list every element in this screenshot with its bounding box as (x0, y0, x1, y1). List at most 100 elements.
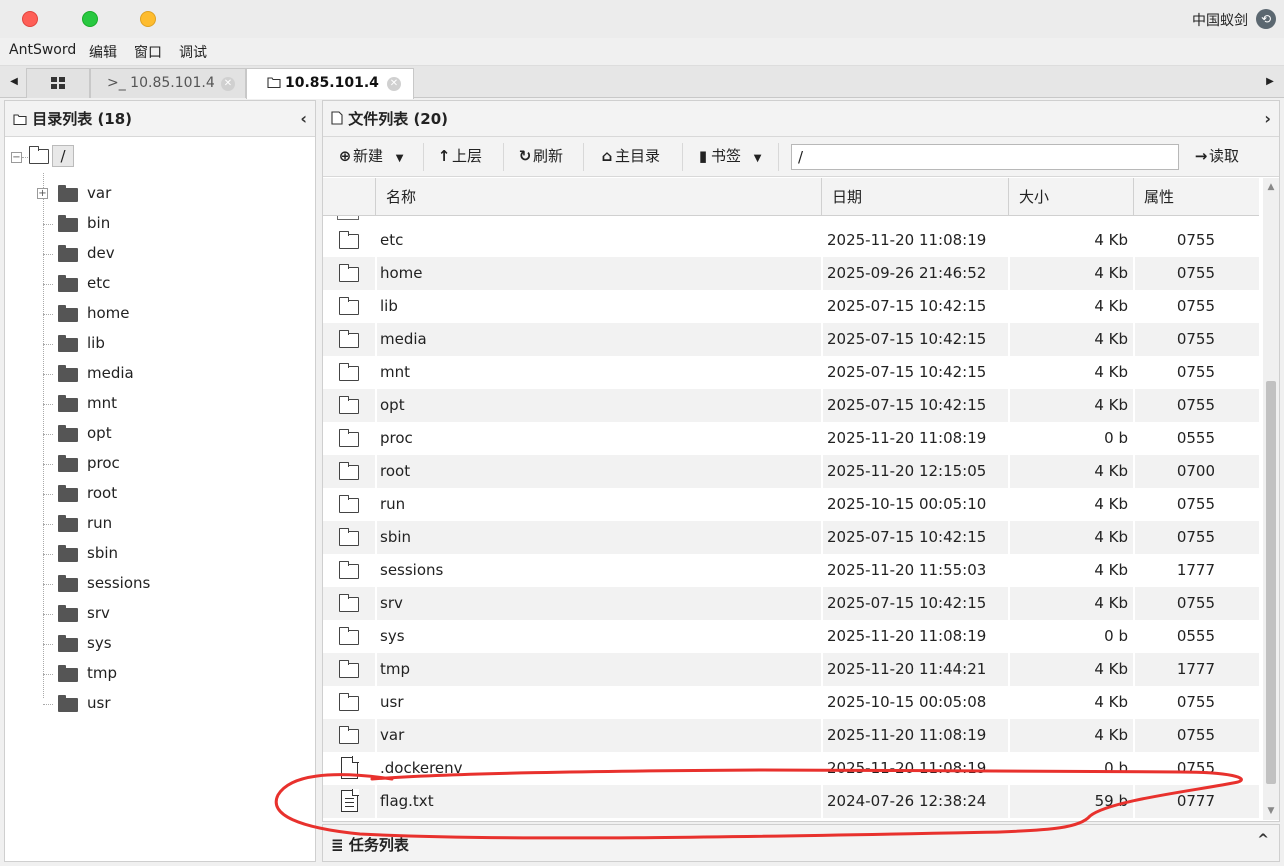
tree-item-var[interactable]: + var (37, 179, 303, 209)
tree-item-sys[interactable]: sys (43, 629, 303, 659)
table-row[interactable]: var 2025-11-20 11:08:19 4 Kb 0755 (323, 719, 1259, 752)
tree-item-label: media (87, 364, 134, 382)
table-row[interactable]: srv 2025-07-15 10:42:15 4 Kb 0755 (323, 587, 1259, 620)
tree-item-etc[interactable]: etc (43, 269, 303, 299)
folder-icon (339, 627, 359, 645)
plus-circle-icon: ⊕ (338, 147, 352, 165)
scroll-down-arrow[interactable]: ▼ (1263, 802, 1279, 820)
folder-icon (339, 429, 359, 447)
cell-name: media (380, 330, 427, 348)
collapse-panel-button[interactable]: › (1264, 101, 1271, 137)
cell-name: sbin (380, 528, 412, 546)
table-row[interactable]: media 2025-07-15 10:42:15 4 Kb 0755 (323, 323, 1259, 356)
table-row[interactable]: usr 2025-10-15 00:05:08 4 Kb 0755 (323, 686, 1259, 719)
table-row[interactable]: sys 2025-11-20 11:08:19 0 b 0555 (323, 620, 1259, 653)
tree-root[interactable]: / (52, 145, 74, 167)
folder-icon (267, 77, 281, 89)
bookmarks-button[interactable]: ▮ 书签 ▼ (695, 145, 762, 167)
up-button[interactable]: ↑ 上层 (436, 145, 482, 167)
table-row[interactable]: root 2025-11-20 12:15:05 4 Kb 0700 (323, 455, 1259, 488)
tree-item-label: var (87, 184, 112, 202)
menu-window[interactable]: 窗口 (134, 42, 162, 62)
path-input[interactable] (791, 144, 1179, 170)
table-row[interactable]: sessions 2025-11-20 11:55:03 4 Kb 1777 (323, 554, 1259, 587)
table-row[interactable]: .dockerenv 2025-11-20 11:08:19 0 b 0755 (323, 752, 1259, 785)
cell-size: 4 Kb (1094, 330, 1128, 348)
scrollbar-thumb[interactable] (1266, 381, 1276, 784)
tree-item-proc[interactable]: proc (43, 449, 303, 479)
table-row[interactable]: tmp 2025-11-20 11:44:21 4 Kb 1777 (323, 653, 1259, 686)
vertical-scrollbar[interactable]: ▲ ▼ (1263, 178, 1279, 820)
table-row[interactable]: run 2025-10-15 00:05:10 4 Kb 0755 (323, 488, 1259, 521)
menu-edit[interactable]: 编辑 (89, 42, 117, 62)
minimize-window-button[interactable] (140, 11, 156, 27)
table-row[interactable]: opt 2025-07-15 10:42:15 4 Kb 0755 (323, 389, 1259, 422)
file-list-panel: 文件列表 (20) › ⊕新建 ▼ ↑上层 ↻刷新 ⌂主目录 ▮书签 ▼ →读取 (322, 100, 1280, 822)
column-attr[interactable]: 属性 (1133, 178, 1259, 216)
tree-item-dev[interactable]: dev (43, 239, 303, 269)
refresh-button[interactable]: ↻ 刷新 (517, 145, 563, 167)
tree-expand-toggle[interactable]: + (37, 188, 48, 199)
tab-terminal[interactable]: >_ 10.85.101.4 ✕ (90, 68, 246, 98)
cell-name: opt (380, 396, 405, 414)
folder-icon (339, 594, 359, 612)
table-row[interactable]: etc 2025-11-20 11:08:19 4 Kb 0755 (323, 224, 1259, 257)
home-dir-button[interactable]: ⌂ 主目录 (599, 145, 660, 167)
column-date[interactable]: 日期 (821, 178, 1008, 216)
refresh-button-label: 刷新 (533, 147, 564, 165)
tree-item-srv[interactable]: srv (43, 599, 303, 629)
folder-icon (339, 726, 359, 744)
scroll-up-arrow[interactable]: ▲ (1263, 178, 1279, 196)
close-icon[interactable]: ✕ (387, 77, 401, 91)
table-row[interactable]: home 2025-09-26 21:46:52 4 Kb 0755 (323, 257, 1259, 290)
menu-antsword[interactable]: AntSword (9, 42, 76, 58)
cell-size: 4 Kb (1094, 561, 1128, 579)
tree-item-home[interactable]: home (43, 299, 303, 329)
table-row[interactable]: lib 2025-07-15 10:42:15 4 Kb 0755 (323, 290, 1259, 323)
tree-item-sbin[interactable]: sbin (43, 539, 303, 569)
tree-collapse-toggle[interactable]: − (11, 152, 22, 163)
tree-item-tmp[interactable]: tmp (43, 659, 303, 689)
directory-panel-title: 目录列表 (18) (32, 110, 133, 128)
tree-item-root[interactable]: root (43, 479, 303, 509)
column-size[interactable]: 大小 (1008, 178, 1133, 216)
tree-item-lib[interactable]: lib (43, 329, 303, 359)
tree-item-usr[interactable]: usr (43, 689, 303, 719)
maximize-window-button[interactable] (82, 11, 98, 27)
tree-item-media[interactable]: media (43, 359, 303, 389)
table-row[interactable]: mnt 2025-07-15 10:42:15 4 Kb 0755 (323, 356, 1259, 389)
tree-item-bin[interactable]: bin (43, 209, 303, 239)
table-row[interactable]: flag.txt 2024-07-26 12:38:24 59 b 0777 (323, 785, 1259, 818)
tree-item-label: bin (87, 214, 111, 232)
arrow-up-icon: ↑ (437, 147, 451, 165)
folder-icon (58, 215, 78, 232)
collapse-panel-button[interactable]: ‹ (300, 101, 307, 137)
folder-icon (339, 264, 359, 282)
tab-scroll-right-button[interactable]: ▶ (1260, 66, 1280, 98)
refresh-icon: ↻ (518, 147, 532, 165)
tree-item-mnt[interactable]: mnt (43, 389, 303, 419)
tab-home[interactable] (26, 68, 90, 98)
tree-item-sessions[interactable]: sessions (43, 569, 303, 599)
cell-date: 2025-11-20 12:15:05 (827, 462, 987, 480)
tree-item-label: dev (87, 244, 115, 262)
folder-icon (339, 693, 359, 711)
read-button[interactable]: → 读取 (1193, 145, 1239, 167)
tab-scroll-left-button[interactable]: ◀ (4, 66, 24, 98)
table-row[interactable]: proc 2025-11-20 11:08:19 0 b 0555 (323, 422, 1259, 455)
menu-debug[interactable]: 调试 (179, 42, 207, 62)
close-window-button[interactable] (22, 11, 38, 27)
new-button[interactable]: ⊕ 新建 ▼ (337, 145, 404, 167)
tree-item-run[interactable]: run (43, 509, 303, 539)
close-icon[interactable]: ✕ (221, 77, 235, 91)
column-name[interactable]: 名称 (375, 178, 821, 216)
folder-icon (58, 635, 78, 652)
directory-panel: 目录列表 (18) ‹ − / + var bin dev etc home lib medi… (4, 100, 316, 862)
tab-bar: ◀ >_ 10.85.101.4 ✕ 10.85.101.4 ✕ ▶ (0, 66, 1284, 99)
expand-panel-button[interactable]: ^ (1257, 832, 1269, 848)
tree-item-opt[interactable]: opt (43, 419, 303, 449)
menu-bar: AntSword 编辑 窗口 调试 (0, 38, 1284, 66)
table-row[interactable]: sbin 2025-07-15 10:42:15 4 Kb 0755 (323, 521, 1259, 554)
tab-file-manager[interactable]: 10.85.101.4 ✕ (246, 68, 414, 99)
file-list-panel-title: 文件列表 (20) (348, 110, 449, 128)
